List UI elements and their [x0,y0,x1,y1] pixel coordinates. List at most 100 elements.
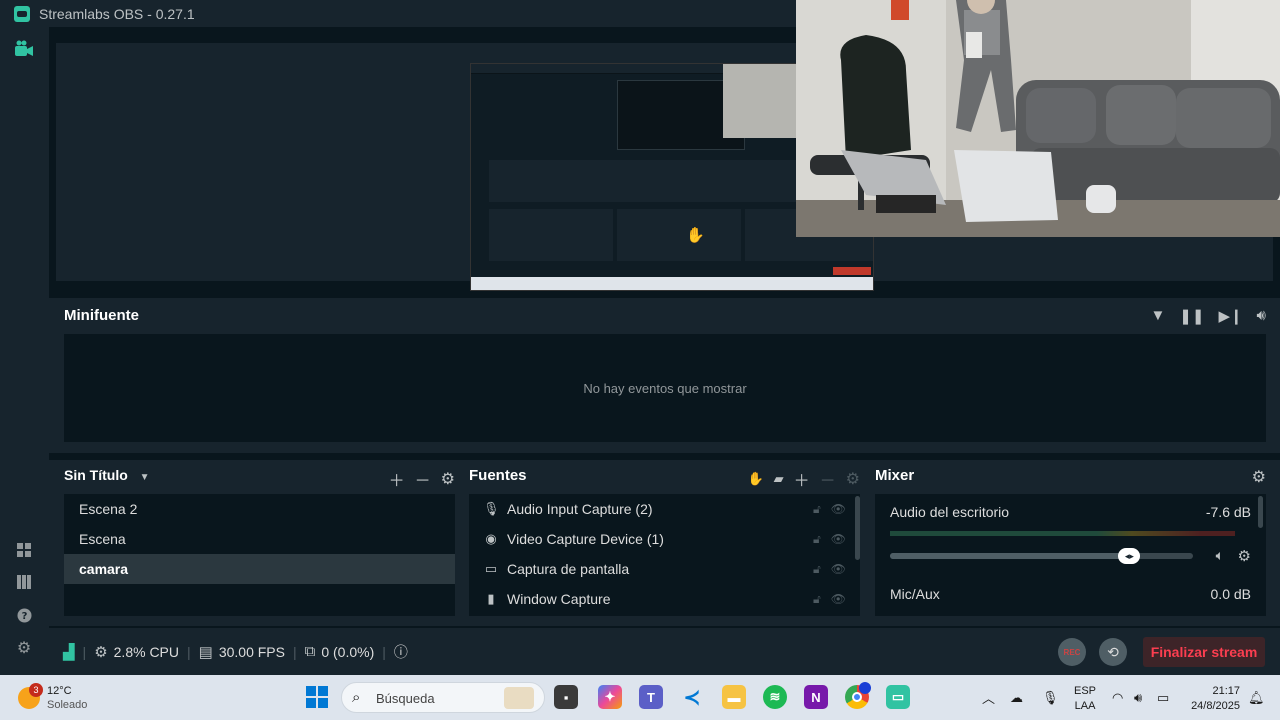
source-item[interactable]: ◉ Video Capture Device (1) 🔓︎ 👁︎ [469,524,860,554]
copilot-icon[interactable]: ✦ [598,685,622,709]
weather-widget[interactable]: 3 12°C Soleado [18,683,138,713]
audio-meter [890,531,1235,536]
eye-icon[interactable]: 👁︎ [831,592,846,607]
windows-start-icon[interactable] [305,685,329,709]
volume-tray-icon[interactable]: 🔊︎ [1134,675,1142,720]
fps-icon: ▤ [198,643,213,661]
battery-icon[interactable]: ▭ [1157,675,1169,720]
add-source-icon[interactable]: ＋ [794,467,810,491]
onenote-icon[interactable]: N [804,685,828,709]
mixer-tracks: Audio del escritorio -7.6 dB ◂▸ 🔈︎ ⚙ Mic… [875,494,1266,616]
sources-scrollbar[interactable] [855,496,860,560]
video-camera-icon[interactable] [14,39,34,59]
filter-icon[interactable]: ▼ [1150,307,1165,325]
app-window: Streamlabs OBS - 0.27.1 ? ⚙ ✋ Minifuente… [0,0,1280,675]
separator: | [382,643,386,660]
streamlabs-taskbar-icon[interactable]: ▭ [886,685,910,709]
fps-stat: ▤ 30.00 FPS [199,643,285,661]
layout-icon[interactable] [14,540,34,560]
volume-icon[interactable]: 🔊︎ [1257,307,1266,325]
language-indicator[interactable]: ESP LAA [1074,684,1096,714]
eye-icon[interactable]: 👁︎ [831,532,846,547]
vscode-icon[interactable]: ≺ [680,685,704,709]
cpu-value: 2.8% CPU [113,643,179,660]
record-button[interactable]: REC [1058,638,1086,666]
mixer-toolbar: ⚙ [1252,467,1266,487]
speaker-icon[interactable]: 🔈︎ [1216,547,1224,564]
onedrive-icon[interactable]: ☁ [1010,675,1023,720]
lock-icon[interactable]: 🔓︎ [813,592,821,607]
minifeed-panel: Minifuente ▼ ❚❚ ▶❙ 🔊︎ No hay eventos que… [49,298,1280,453]
replay-buffer-button[interactable]: ⟲ [1099,638,1127,666]
pause-icon[interactable]: ❚❚ [1179,307,1204,325]
source-item[interactable]: ▭ Captura de pantalla 🔓︎ 👁︎ [469,554,860,584]
scene-collection-selector[interactable]: Sin Título ▼ [64,467,150,483]
chevron-down-icon: ▼ [139,472,150,483]
help-icon[interactable]: ? [14,605,34,625]
separator: | [292,643,297,660]
remove-source-icon[interactable]: － [820,467,836,491]
mixer-track: Mic/Aux 0.0 dB [875,576,1266,616]
lock-icon[interactable]: 🔓︎ [813,532,821,547]
scene-settings-icon[interactable]: ⚙ [441,469,455,489]
remove-scene-icon[interactable]: － [415,467,431,491]
taskbar-search[interactable]: ⌕ Búsqueda [341,682,545,713]
eye-icon[interactable]: 👁︎ [831,562,846,577]
source-controls: 🔓︎ 👁︎ [813,562,846,577]
dropped-value: 0 (0.0%) [321,643,375,660]
clock-date: 24/8/2025 [1191,700,1240,712]
columns-icon[interactable] [14,572,34,592]
mixer-title: Mixer [875,467,915,484]
lock-icon[interactable]: 🔓︎ [813,562,821,577]
scene-item[interactable]: Escena 2 [64,494,455,524]
mixer-header: Mixer ⚙ [875,467,1266,487]
skip-icon[interactable]: ▶❙ [1218,307,1242,325]
status-footer: ▟ | ⚙ 2.8% CPU | ▤ 30.00 FPS | ⧉ 0 (0.0%) |… [49,628,1280,675]
mixer-settings-icon[interactable]: ⚙ [1252,467,1266,487]
file-explorer-icon[interactable]: ▬ [722,685,746,709]
track-settings-icon[interactable]: ⚙ [1238,547,1251,565]
volume-slider[interactable]: ◂▸ [890,548,1193,564]
streamlabs-logo-icon [14,5,30,22]
track-db: 0.0 dB [1210,586,1251,602]
mixer-scrollbar[interactable] [1258,496,1263,528]
lock-icon[interactable]: 🔓︎ [813,502,821,517]
eye-icon[interactable]: 👁︎ [831,502,846,517]
scenes-header: Sin Título ▼ ＋ － ⚙ [64,467,455,490]
source-item[interactable]: ▮ Window Capture 🔓︎ 👁︎ [469,584,860,614]
source-label: Captura de pantalla [507,561,630,577]
tray-chevron-icon[interactable]: ︿ [982,675,995,720]
windows-taskbar: 3 12°C Soleado ⌕ Búsqueda ▪ ✦ T ≺ ▬ ≋ N … [0,675,1280,720]
scenes-dock: Sin Título ▼ ＋ － ⚙ Escena 2 Escena camar… [64,460,455,626]
source-controls: 🔓︎ 👁︎ [813,592,846,607]
spotify-icon[interactable]: ≋ [763,685,787,709]
microphone-tray-icon[interactable]: 🎙︎ [1042,675,1059,720]
performance-chart-icon[interactable]: ▟ [63,643,75,661]
gear-icon[interactable]: ⚙ [14,638,34,658]
info-icon[interactable]: ⓘ [394,642,408,662]
source-item[interactable]: 🎙︎ Audio Input Capture (2) 🔓︎ 👁︎ [469,494,860,524]
end-stream-button[interactable]: Finalizar stream [1143,637,1265,667]
wifi-icon[interactable]: ◠ [1112,675,1123,720]
search-placeholder: Búsqueda [376,691,435,706]
task-view-icon[interactable]: ▪ [554,685,578,709]
weather-desc: Soleado [47,699,88,711]
mixer-dock: Mixer ⚙ Audio del escritorio -7.6 dB ◂▸ … [875,460,1266,626]
scene-item-active[interactable]: camara [64,554,455,584]
system-clock[interactable]: 21:17 24/8/2025 [1186,684,1240,714]
video-capture-source[interactable] [796,0,1280,237]
hand-icon[interactable]: ✋ [747,471,763,487]
add-folder-icon[interactable]: ▰ [774,471,784,487]
scene-item[interactable]: Escena [64,524,455,554]
teams-icon[interactable]: T [639,685,663,709]
nested-taskbar [471,277,873,290]
source-controls: 🔓︎ 👁︎ [813,502,846,517]
volume-slider-knob[interactable]: ◂▸ [1118,548,1141,564]
source-label: Video Capture Device (1) [507,531,664,547]
nested-scenes [489,209,613,261]
add-scene-icon[interactable]: ＋ [389,467,405,491]
source-settings-icon[interactable]: ⚙ [846,469,860,489]
source-label: Window Capture [507,591,611,607]
notification-icon[interactable]: 🔔︎ [1248,675,1265,720]
sources-list: 🎙︎ Audio Input Capture (2) 🔓︎ 👁︎ ◉ Video … [469,494,860,616]
